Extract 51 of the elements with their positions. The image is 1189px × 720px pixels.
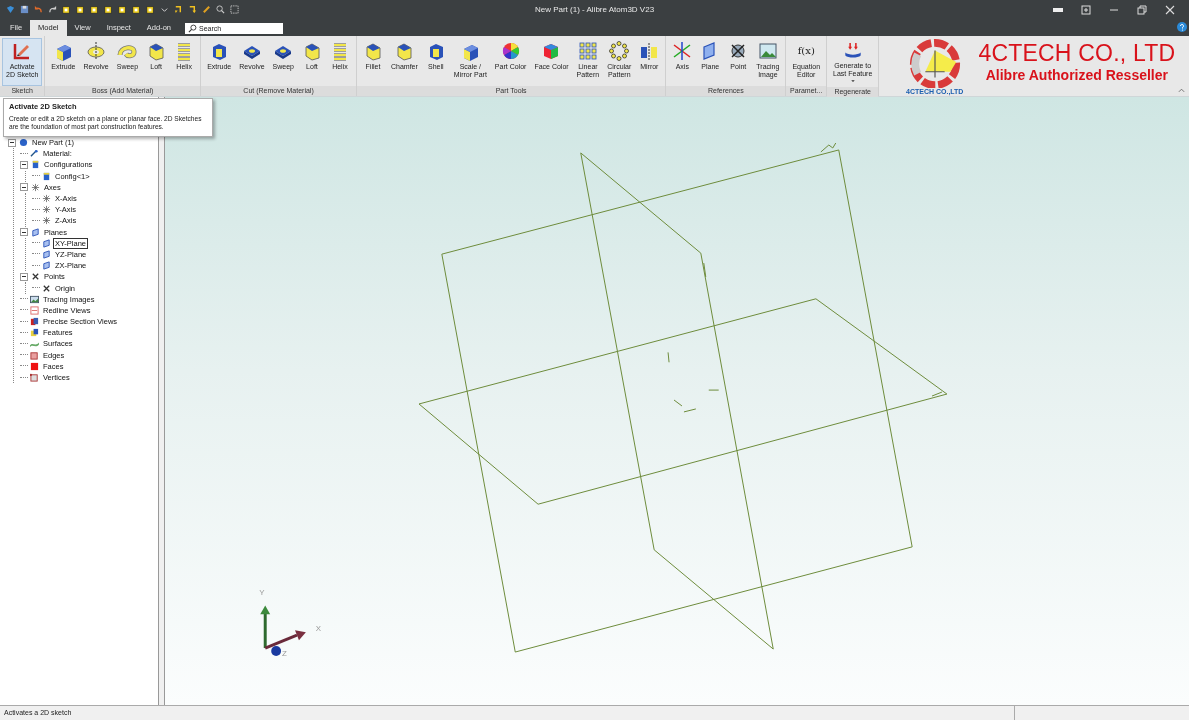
close-icon[interactable] [1165,4,1175,15]
expander-toggle[interactable] [8,138,16,147]
select-icon[interactable] [230,5,239,14]
axis-label: Z [282,649,287,658]
color-wheel-icon [500,41,521,61]
help-icon[interactable] [1177,22,1187,32]
mirror-icon [639,41,660,61]
asterisk-icon [42,194,51,204]
asterisk-icon [31,182,40,192]
logo-icon[interactable] [6,5,15,14]
sphere-icon [19,138,28,148]
wedge-icon [146,41,167,61]
grid-icon [577,41,598,61]
redo-icon[interactable] [48,5,57,14]
axis-label: X [315,624,322,634]
expander-toggle[interactable] [20,228,28,237]
asterisk-icon [672,41,693,61]
restore-icon[interactable] [1137,4,1147,15]
arrows-icon [842,41,863,61]
ring-icon [86,41,107,61]
redline-icon [30,305,39,315]
zoom-icon[interactable] [216,5,225,14]
asterisk-icon [42,216,51,226]
wedge-icon [394,41,415,61]
undo-icon[interactable] [34,5,43,14]
bracket-arrow-icon[interactable] [174,5,183,14]
caret-icon[interactable] [160,5,169,14]
document-icon [31,160,40,170]
pin-icon [30,149,39,159]
axis-label: Y [259,588,265,598]
cube-icon [30,328,39,338]
logo-title: 4CTECH CO., LTD [978,40,1176,67]
save-icon[interactable] [20,5,29,14]
expander-toggle[interactable] [20,183,28,192]
section-icon [30,317,39,327]
caret-icon [849,78,856,84]
cube-icon [30,373,39,383]
window-title: New Part (1) - Alibre Atom3D V23 [534,5,655,14]
picture-icon [30,294,39,304]
pin-window-icon[interactable] [1081,4,1091,15]
picture-icon [757,41,778,61]
expander-toggle[interactable] [20,160,28,169]
document-icon [42,171,51,181]
ruler-icon[interactable] [202,5,211,14]
asterisk-icon [42,205,51,215]
expander-toggle[interactable] [20,272,28,281]
search-icon [188,24,198,33]
bracket-arrow-icon[interactable] [188,5,197,14]
axis-triad-drawing [260,605,306,656]
logo-subtitle: Alibre Authorized Resseller [985,67,1168,83]
dot-ring-icon [609,41,630,61]
